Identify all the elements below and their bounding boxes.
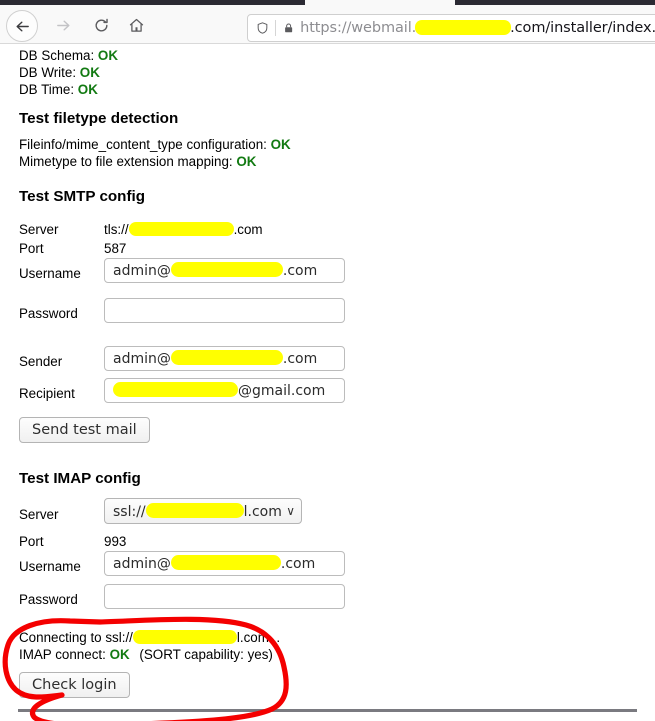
browser-window: https://webmail. .com/installer/index. DB…: [0, 0, 655, 721]
smtp-username-label: Username: [19, 266, 81, 281]
page-content: DB Schema: OK DB Write: OK DB Time: OK T…: [0, 45, 655, 721]
imap-server-label: Server: [19, 507, 59, 522]
imap-port-label: Port: [19, 534, 44, 549]
check-db-schema: DB Schema: OK: [19, 49, 118, 62]
home-icon: [129, 18, 143, 32]
navigation-toolbar: https://webmail. .com/installer/index.: [0, 5, 655, 44]
status-badge: OK: [79, 65, 100, 80]
url-redaction: [415, 20, 512, 35]
smtp-recipient-redaction: [113, 382, 238, 397]
smtp-server-prefix: tls://: [104, 222, 129, 237]
address-bar[interactable]: https://webmail. .com/installer/index.: [247, 14, 655, 42]
imap-username-suffix: .com: [280, 556, 316, 572]
imap-sort-note: (SORT capability: yes): [139, 647, 273, 662]
imap-server-value: ssl:// l.com: [113, 502, 282, 520]
smtp-server-label: Server: [19, 222, 59, 237]
address-bar-separator: [275, 20, 276, 36]
check-fileinfo: Fileinfo/mime_content_type configuration…: [19, 138, 291, 151]
home-button[interactable]: [125, 14, 147, 36]
smtp-sender-value: admin@ .com: [113, 350, 317, 367]
smtp-username-redaction: [170, 262, 283, 277]
smtp-recipient-suffix: @gmail.com: [238, 383, 326, 399]
imap-username-prefix: admin@: [113, 556, 171, 572]
imap-result-prefix: Connecting to ssl://: [19, 630, 133, 645]
section-heading-imap: Test IMAP config: [19, 470, 141, 487]
smtp-password-label: Password: [19, 306, 78, 321]
status-badge: OK: [109, 647, 130, 662]
check-label: DB Write:: [19, 65, 77, 80]
smtp-recipient-label: Recipient: [19, 386, 75, 401]
smtp-sender-redaction: [170, 350, 283, 365]
imap-server-select[interactable]: ssl:// l.com ∨: [104, 498, 302, 524]
smtp-recipient-value: @gmail.com: [113, 382, 325, 399]
chevron-down-icon: ∨: [286, 504, 295, 518]
forward-button[interactable]: [52, 14, 74, 36]
forward-arrow-icon: [56, 20, 70, 30]
imap-port-value: 993: [104, 534, 127, 549]
check-db-time: DB Time: OK: [19, 83, 98, 96]
imap-server-suffix: l.com: [243, 503, 282, 520]
check-db-write: DB Write: OK: [19, 66, 100, 79]
smtp-recipient-input[interactable]: @gmail.com: [104, 378, 345, 403]
smtp-sender-label: Sender: [19, 354, 63, 369]
check-label: Fileinfo/mime_content_type configuration…: [19, 137, 267, 152]
imap-username-label: Username: [19, 559, 81, 574]
smtp-port-label: Port: [19, 241, 44, 256]
imap-username-redaction: [170, 555, 281, 570]
smtp-sender-input[interactable]: admin@ .com: [104, 346, 345, 371]
shield-icon[interactable]: [256, 20, 269, 36]
section-heading-smtp: Test SMTP config: [19, 188, 146, 205]
imap-result-line-connecting: Connecting to ssl:// l.com...: [19, 630, 280, 644]
smtp-username-prefix: admin@: [113, 263, 171, 279]
url-prefix: https://webmail.: [300, 20, 417, 36]
imap-username-input[interactable]: admin@ .com: [104, 551, 345, 576]
section-heading-filetype: Test filetype detection: [19, 110, 179, 127]
imap-password-label: Password: [19, 592, 78, 607]
smtp-server-redaction: [128, 222, 234, 236]
smtp-server-value: tls:// .com: [104, 222, 263, 237]
smtp-username-value: admin@ .com: [113, 262, 317, 279]
imap-username-value: admin@ .com: [113, 555, 315, 572]
status-badge: OK: [77, 82, 98, 97]
send-test-mail-button[interactable]: Send test mail: [19, 417, 150, 443]
reload-icon: [94, 18, 108, 31]
back-button[interactable]: [6, 10, 38, 42]
check-login-button[interactable]: Check login: [19, 672, 130, 698]
imap-result-line-connect: IMAP connect: OK (SORT capability: yes): [19, 648, 273, 661]
imap-result-suffix: l.com...: [236, 630, 281, 645]
check-mimetype-mapping: Mimetype to file extension mapping: OK: [19, 155, 256, 168]
back-arrow-icon: [15, 21, 29, 31]
smtp-username-input[interactable]: admin@ .com: [104, 258, 345, 283]
imap-server-redaction: [145, 502, 244, 518]
check-label: DB Schema:: [19, 48, 95, 63]
check-label: Mimetype to file extension mapping:: [19, 154, 233, 169]
url-suffix: .com/installer/index.: [510, 20, 655, 36]
url-text: https://webmail. .com/installer/index.: [300, 20, 655, 36]
check-label: DB Time:: [19, 82, 75, 97]
padlock-icon[interactable]: [283, 20, 294, 36]
status-badge: OK: [97, 48, 118, 63]
imap-connect-label: IMAP connect:: [19, 647, 106, 662]
smtp-username-suffix: .com: [282, 263, 318, 279]
status-badge: OK: [270, 137, 291, 152]
section-divider: [18, 709, 637, 712]
imap-result-redaction: [132, 630, 237, 644]
smtp-password-input[interactable]: [104, 298, 345, 323]
imap-password-input[interactable]: [104, 584, 345, 609]
smtp-server-suffix: .com: [233, 222, 263, 237]
smtp-port-value: 587: [104, 241, 127, 256]
imap-server-prefix: ssl://: [113, 503, 146, 520]
reload-button[interactable]: [90, 14, 112, 36]
status-badge: OK: [236, 154, 257, 169]
smtp-sender-prefix: admin@: [113, 351, 171, 367]
smtp-sender-suffix: .com: [282, 351, 318, 367]
